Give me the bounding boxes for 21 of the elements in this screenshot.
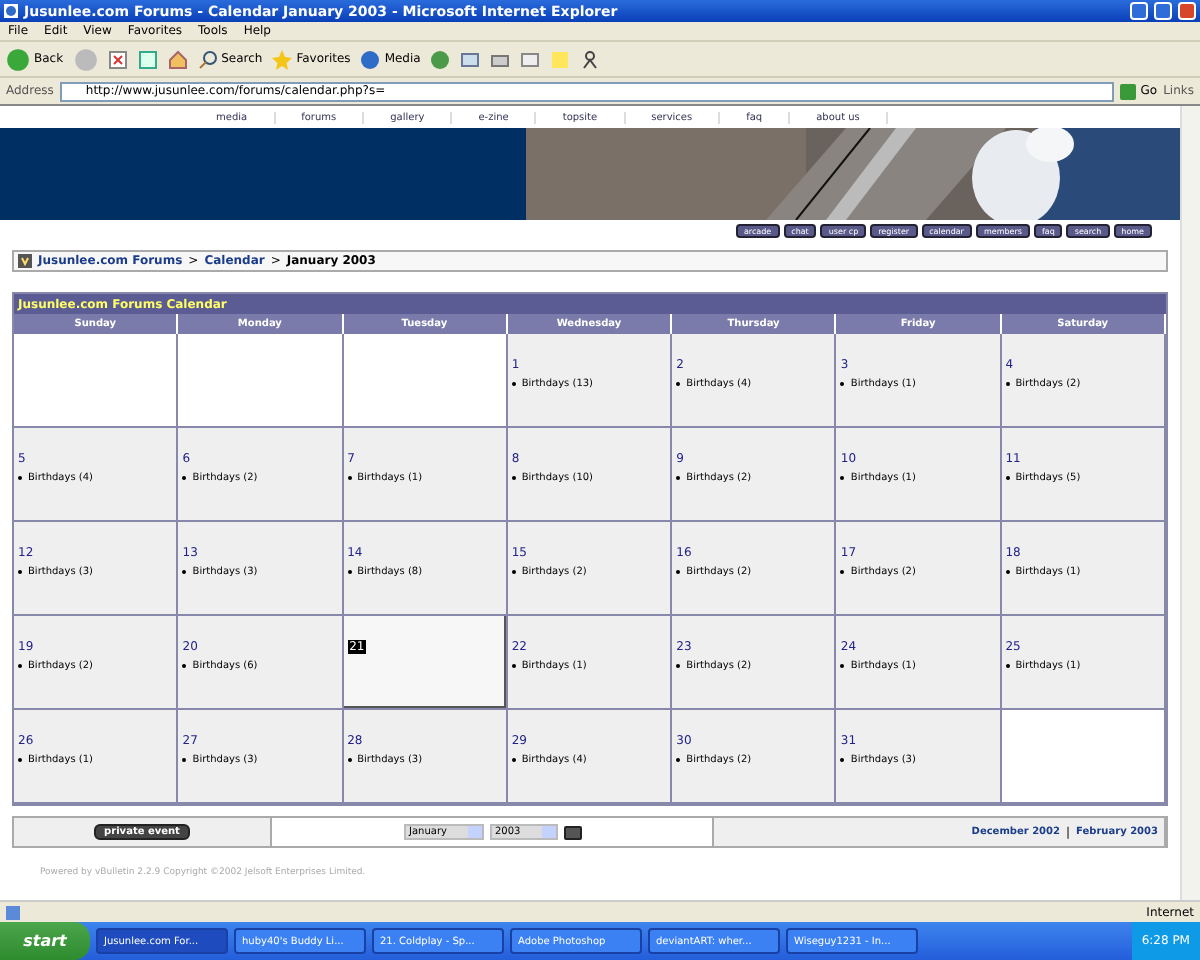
page-icon: [6, 905, 20, 919]
mail-icon[interactable]: [460, 49, 481, 69]
refresh-icon[interactable]: [137, 49, 158, 69]
star-icon[interactable]: [272, 49, 293, 69]
messenger-icon[interactable]: [580, 49, 601, 69]
history-icon[interactable]: [430, 49, 451, 69]
minimize-button[interactable]: [1130, 2, 1148, 20]
scrollbar[interactable]: [1180, 106, 1200, 900]
stop-icon[interactable]: [107, 49, 128, 69]
edit-icon[interactable]: [520, 49, 541, 69]
printer-icon[interactable]: [490, 49, 511, 69]
close-button[interactable]: [1178, 2, 1196, 20]
start-button[interactable]: start: [0, 922, 90, 960]
forum-icon: [18, 254, 32, 268]
back-icon[interactable]: [6, 47, 30, 71]
maximize-button[interactable]: [1154, 2, 1172, 20]
globe-icon[interactable]: [360, 49, 381, 69]
home-icon[interactable]: [167, 49, 188, 69]
go-button[interactable]: [563, 825, 581, 839]
search-icon[interactable]: [197, 49, 218, 69]
browser-icon: [4, 4, 18, 18]
